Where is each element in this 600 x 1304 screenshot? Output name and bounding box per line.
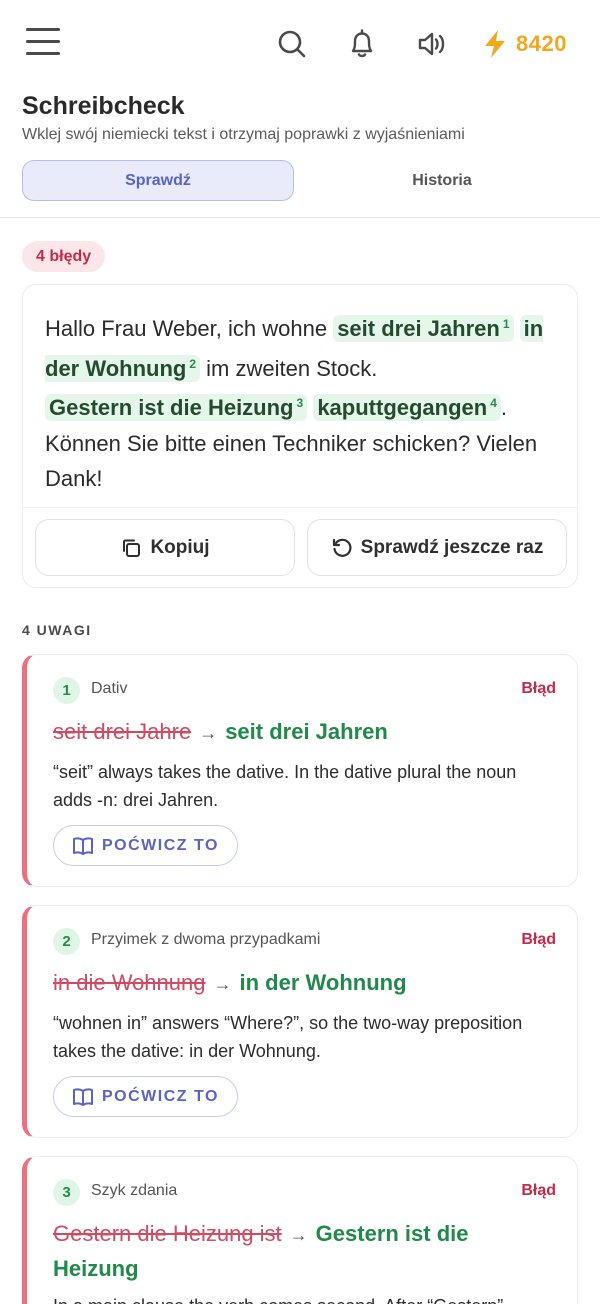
text-segment: Hallo Frau Weber, ich wohne (45, 316, 334, 341)
note-category: Przyimek z dwoma przypadkami (91, 931, 321, 948)
note-number: 3 (53, 1179, 80, 1206)
highlight-text: seit drei Jahren (337, 316, 500, 341)
note-category: Szyk zdania (91, 1182, 178, 1199)
note-category: Dativ (91, 680, 128, 697)
streak-count: 8420 (516, 31, 567, 56)
book-icon (73, 836, 93, 855)
tab-bar: Sprawdź Historia (22, 160, 578, 201)
correction-number: 2 (189, 356, 197, 371)
header-divider (0, 217, 600, 218)
text-segment: . (500, 395, 508, 420)
text-segment: Können Sie bitte einen Techniker schicke… (45, 430, 538, 492)
correction-number: 4 (490, 396, 497, 410)
copy-icon (123, 539, 141, 557)
lightning-icon (485, 30, 505, 58)
note-severity: Błąd (521, 680, 556, 697)
practice-label: POĆWICZ TO (102, 1087, 219, 1105)
note-correction: seit drei Jahre → seit drei Jahren (53, 715, 553, 750)
note-card-3[interactable]: 3 Szyk zdania Błąd Gestern die Heizung i… (22, 1156, 578, 1304)
correction-highlight-3[interactable]: Gestern ist die Heizung 3 (45, 394, 308, 421)
search-icon[interactable] (272, 24, 312, 64)
bell-icon[interactable] (342, 24, 382, 64)
practice-button[interactable]: POĆWICZ TO (53, 1076, 238, 1117)
speaker-icon[interactable] (412, 24, 452, 64)
recheck-label: Sprawdź jeszcze raz (360, 536, 544, 558)
note-explanation: In a main clause the verb comes second. … (53, 1292, 553, 1304)
book-icon (73, 1087, 93, 1106)
page-subtitle: Wklej swój niemiecki tekst i otrzymaj po… (22, 126, 465, 143)
copy-button[interactable]: Kopiuj (35, 519, 295, 576)
refresh-icon (332, 538, 352, 557)
corrected-text-card: Hallo Frau Weber, ich wohne seit drei Ja… (22, 284, 578, 588)
practice-label: POĆWICZ TO (102, 836, 219, 854)
correction-highlight-4[interactable]: kaputtgegangen 4 (313, 394, 501, 421)
note-number: 2 (53, 928, 80, 955)
wrong-text: Gestern die Heizung ist (53, 1221, 282, 1246)
arrow-icon: → (289, 1225, 308, 1245)
note-severity: Błąd (521, 931, 556, 948)
note-explanation: “wohnen in” answers “Where?”, so the two… (53, 1013, 523, 1061)
correct-text: seit drei Jahren (225, 719, 388, 744)
tab-check[interactable]: Sprawdź (22, 160, 294, 201)
error-count-badge: 4 błędy (22, 241, 106, 272)
wrong-text: seit drei Jahre (53, 719, 192, 744)
notes-section-label: 4 UWAGI (22, 622, 92, 638)
correction-number: 1 (502, 317, 510, 331)
note-number: 1 (53, 677, 80, 704)
note-correction: Gestern die Heizung ist → Gestern ist die … (53, 1217, 553, 1286)
arrow-icon: → (199, 723, 218, 743)
streak-counter[interactable]: 8420 (480, 24, 567, 64)
correct-text: in der Wohnung (239, 970, 407, 995)
note-card-1[interactable]: 1 Dativ Błąd seit drei Jahre → seit drei J… (22, 654, 578, 887)
wrong-text: in die Wohnung (53, 970, 206, 995)
practice-button[interactable]: POĆWICZ TO (53, 825, 238, 866)
arrow-icon: → (213, 974, 232, 994)
note-correction: in die Wohnung → in der Wohnung (53, 966, 553, 1001)
highlight-text: kaputtgegangen (317, 395, 488, 420)
note-severity: Błąd (521, 1182, 556, 1199)
correction-highlight-1[interactable]: seit drei Jahren 1 (333, 315, 514, 342)
correction-number: 3 (296, 396, 304, 410)
highlight-text: Gestern ist die Heizung (49, 395, 294, 420)
recheck-button[interactable]: Sprawdź jeszcze raz (307, 519, 567, 576)
hamburger-menu-icon[interactable] (26, 28, 62, 60)
note-explanation: “seit” always takes the dative. In the d… (53, 762, 517, 810)
note-card-2[interactable]: 2 Przyimek z dwoma przypadkami Błąd in d… (22, 905, 578, 1138)
corrected-text: Hallo Frau Weber, ich wohne seit drei Ja… (45, 307, 561, 497)
top-bar: 8420 (0, 0, 600, 88)
tab-history[interactable]: Historia (306, 160, 578, 201)
page-title: Schreibcheck (22, 92, 185, 120)
text-segment: im zweiten Stock. (200, 355, 378, 381)
card-divider (23, 507, 577, 508)
copy-label: Kopiuj (150, 536, 210, 558)
